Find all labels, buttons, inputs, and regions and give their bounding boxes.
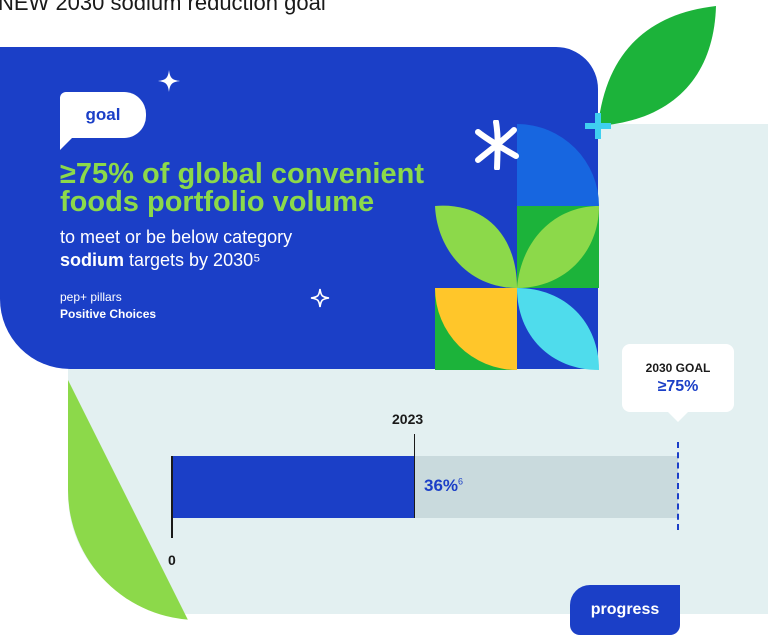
goal-badge: goal	[60, 92, 146, 150]
progress-badge: progress	[570, 585, 680, 635]
leaf-icon	[598, 6, 716, 126]
goal-subtext-bold: sodium	[60, 250, 125, 270]
sparkle-outline-icon	[310, 288, 330, 308]
year-tick	[413, 434, 416, 518]
progress-bar-fill	[172, 456, 415, 518]
sparkle-icon	[158, 70, 180, 92]
goal-subtext: to meet or be below category sodium targ…	[60, 226, 380, 272]
pillars-label: pep+ pillars	[60, 290, 122, 304]
goal-subtext-line1: to meet or be below category	[60, 227, 293, 247]
goal-2030-callout: 2030 GOAL ≥75%	[622, 344, 734, 422]
goal-callout-value: ≥75%	[657, 378, 699, 395]
goal-subtext-rest: targets by 2030⁵	[124, 250, 261, 270]
goal-marker-line	[677, 442, 679, 530]
zero-label: 0	[168, 552, 176, 568]
pillars-value: Positive Choices	[60, 307, 157, 321]
current-value-label: 36%6	[424, 476, 463, 496]
goal-callout-title: 2030 GOAL	[645, 361, 711, 375]
current-value-footnote: 6	[458, 476, 464, 487]
current-value-text: 36%	[424, 476, 459, 495]
page-caption: NEW 2030 sodium reduction goal	[0, 0, 326, 15]
goal-headline: ≥75% of global convenient foods portfoli…	[60, 158, 424, 218]
year-label: 2023	[392, 411, 424, 427]
asterisk-icon	[475, 120, 519, 170]
zero-tick	[171, 456, 173, 538]
